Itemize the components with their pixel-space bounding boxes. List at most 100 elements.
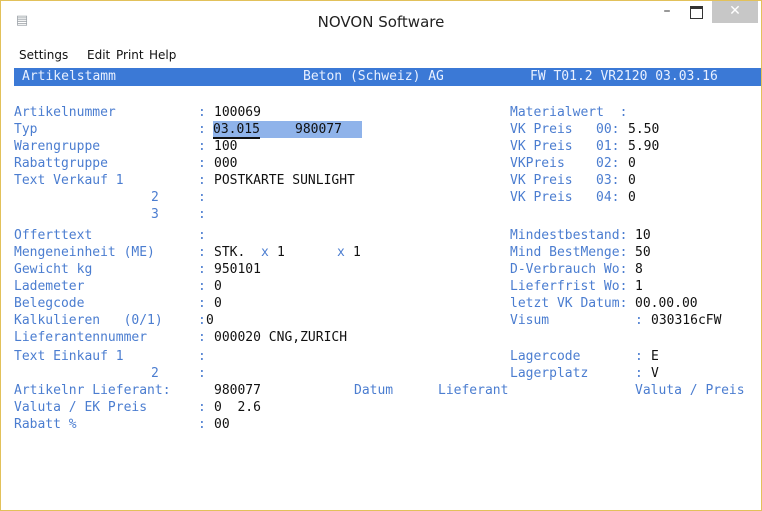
row-offerttext: Offerttext :	[14, 228, 206, 243]
status-version: FW T01.2 VR2120 03.03.16	[530, 69, 718, 84]
terminal-screen[interactable]: Artikelstamm Beton (Schweiz) AG FW T01.2…	[14, 68, 761, 508]
code-vk-preis-01: 01:	[596, 139, 620, 154]
field-lademeter[interactable]: 0	[214, 278, 222, 295]
label-artikelnummer: Artikelnummer	[14, 105, 116, 120]
row-letzt-vk-datum: letzt VK Datum: 00.00.00	[510, 295, 760, 312]
label-warengruppe: Warengruppe	[14, 139, 101, 154]
label-vk-preis-01: VK Preis	[510, 139, 573, 154]
row-d-verbrauch: D-Verbrauch Wo: 8	[510, 261, 760, 278]
row-mengeneinheit: Mengeneinheit (ME) : STK. x 1 x 1	[14, 244, 361, 261]
field-rabatt[interactable]: 00	[214, 416, 230, 433]
code-vk-preis-00: 00:	[596, 122, 620, 137]
field-visum[interactable]: 030316cFW	[651, 312, 721, 329]
row-text-einkauf-1: Text Einkauf 1 :	[14, 349, 206, 364]
code-vk-preis-04: 04:	[596, 190, 620, 205]
row-text-verkauf-3: 3 :	[151, 207, 206, 222]
label-text-einkauf: Text Einkauf 1	[14, 349, 124, 364]
me-multiplier-1-x: x	[261, 245, 269, 260]
field-vk-preis-03[interactable]: 0	[628, 172, 636, 189]
label-visum: Visum	[510, 313, 550, 328]
field-letzt-vk-datum[interactable]: 00.00.00	[635, 295, 698, 312]
row-kalkulieren: Kalkulieren (0/1) : 0	[14, 312, 214, 329]
label-vk-preis-02: VKPreis	[510, 156, 565, 171]
field-lieferantennummer[interactable]: 000020 CNG,ZURICH	[214, 329, 347, 346]
field-gewicht[interactable]: 950101	[214, 261, 261, 278]
field-artikelnummer[interactable]: 100069	[214, 104, 261, 121]
row-text-verkauf-1: Text Verkauf 1 : POSTKARTE SUNLIGHT	[14, 172, 355, 189]
close-button[interactable]: ✕	[712, 1, 758, 23]
maximize-icon	[689, 6, 703, 19]
field-rabattgruppe[interactable]: 000	[214, 155, 237, 172]
field-mind-bestmenge[interactable]: 50	[635, 244, 651, 261]
label-rabattgruppe: Rabattgruppe	[14, 156, 108, 171]
label-offerttext: Offerttext	[14, 228, 93, 243]
label-lagercode: Lagercode	[510, 349, 581, 364]
label-lieferantennummer: Lieferantennummer	[14, 330, 148, 345]
header-lieferant: Lieferant	[438, 383, 509, 398]
field-text-verkauf-1[interactable]: POSTKARTE SUNLIGHT	[214, 172, 355, 189]
label-letzt-vk-datum: letzt VK Datum:	[510, 296, 628, 311]
field-lagerplatz[interactable]: V	[651, 365, 659, 382]
field-warengruppe[interactable]: 100	[214, 138, 237, 155]
label-valuta-ek: Valuta / EK Preis	[14, 400, 148, 415]
row-lademeter: Lademeter : 0	[14, 278, 222, 295]
header-valuta-preis: Valuta / Preis	[635, 383, 745, 398]
menu-edit[interactable]: Edit	[87, 48, 110, 62]
menu-help[interactable]: Help	[149, 48, 176, 62]
field-vk-preis-02[interactable]: 0	[628, 155, 636, 172]
field-kalkulieren[interactable]: 0	[206, 312, 214, 329]
row-gewicht: Gewicht kg : 950101	[14, 261, 261, 278]
menu-print[interactable]: Print	[116, 48, 144, 62]
row-text-verkauf-2: 2 :	[151, 190, 206, 205]
row-rabatt: Rabatt % : 00	[14, 416, 230, 433]
row-lieferantennummer: Lieferantennummer : 000020 CNG,ZURICH	[14, 329, 348, 346]
row-warengruppe: Warengruppe : 100	[14, 138, 238, 155]
field-typ[interactable]: 03.015 980077	[213, 121, 362, 139]
field-mindestbestand[interactable]: 10	[635, 227, 651, 244]
row-mindestbestand: Mindestbestand: 10	[510, 227, 760, 244]
label-typ: Typ	[14, 122, 38, 137]
row-text-einkauf-2: 2 :	[151, 366, 206, 381]
field-lagercode[interactable]: E	[651, 348, 659, 365]
label-text-einkauf-2: 2	[151, 366, 159, 381]
menu-settings[interactable]: Settings	[19, 48, 68, 62]
label-rabatt: Rabatt %	[14, 417, 77, 432]
row-mind-bestmenge: Mind BestMenge: 50	[510, 244, 760, 261]
label-mindestbestand: Mindestbestand:	[510, 228, 628, 243]
label-d-verbrauch: D-Verbrauch Wo:	[510, 262, 628, 277]
label-kalkulieren: Kalkulieren (0/1)	[14, 313, 163, 328]
field-lieferfrist[interactable]: 1	[635, 278, 643, 295]
minimize-button[interactable]: –	[654, 1, 680, 23]
row-belegcode: Belegcode : 0	[14, 295, 222, 312]
row-artikelnr-lieferant: Artikelnr Lieferant: 980077 Datum Liefer…	[14, 382, 761, 399]
label-text-verkauf-3: 3	[151, 207, 159, 222]
field-valuta-ek[interactable]: 0 2.6	[214, 399, 261, 416]
label-vk-preis-00: VK Preis	[510, 122, 573, 137]
label-vk-preis-04: VK Preis	[510, 190, 573, 205]
field-vk-preis-04[interactable]: 0	[628, 189, 636, 206]
field-me-factor-1[interactable]: 1	[277, 244, 285, 261]
row-lagerplatz: Lagerplatz : V	[510, 365, 659, 382]
label-text-verkauf-2: 2	[151, 190, 159, 205]
code-vk-preis-03: 03:	[596, 173, 620, 188]
field-artikelnr-lieferant[interactable]: 980077	[214, 382, 261, 399]
label-mengeneinheit: Mengeneinheit (ME)	[14, 245, 155, 260]
title-bar[interactable]: ▤ NOVON Software – ✕	[1, 1, 761, 45]
me-multiplier-2-x: x	[337, 245, 345, 260]
row-vk-preis-01: VK Preis 01: 5.90	[510, 138, 760, 155]
field-belegcode[interactable]: 0	[214, 295, 222, 312]
row-vk-preis-04: VK Preis 04: 0	[510, 189, 760, 206]
app-window: ▤ NOVON Software – ✕ Settings Edit Print…	[0, 0, 762, 511]
status-company: Beton (Schweiz) AG	[303, 69, 444, 84]
typ-value-1: 03.015	[213, 122, 260, 139]
label-materialwert: Materialwert :	[510, 105, 628, 120]
row-vk-preis-00: VK Preis 00: 5.50	[510, 121, 760, 138]
maximize-button[interactable]	[683, 1, 709, 23]
field-d-verbrauch[interactable]: 8	[635, 261, 643, 278]
field-me-factor-2[interactable]: 1	[353, 244, 361, 261]
label-lieferfrist: Lieferfrist Wo:	[510, 279, 628, 294]
field-mengeneinheit[interactable]: STK.	[214, 244, 245, 261]
label-text-verkauf: Text Verkauf 1	[14, 173, 124, 188]
field-vk-preis-01[interactable]: 5.90	[628, 138, 659, 155]
field-vk-preis-00[interactable]: 5.50	[628, 121, 659, 138]
